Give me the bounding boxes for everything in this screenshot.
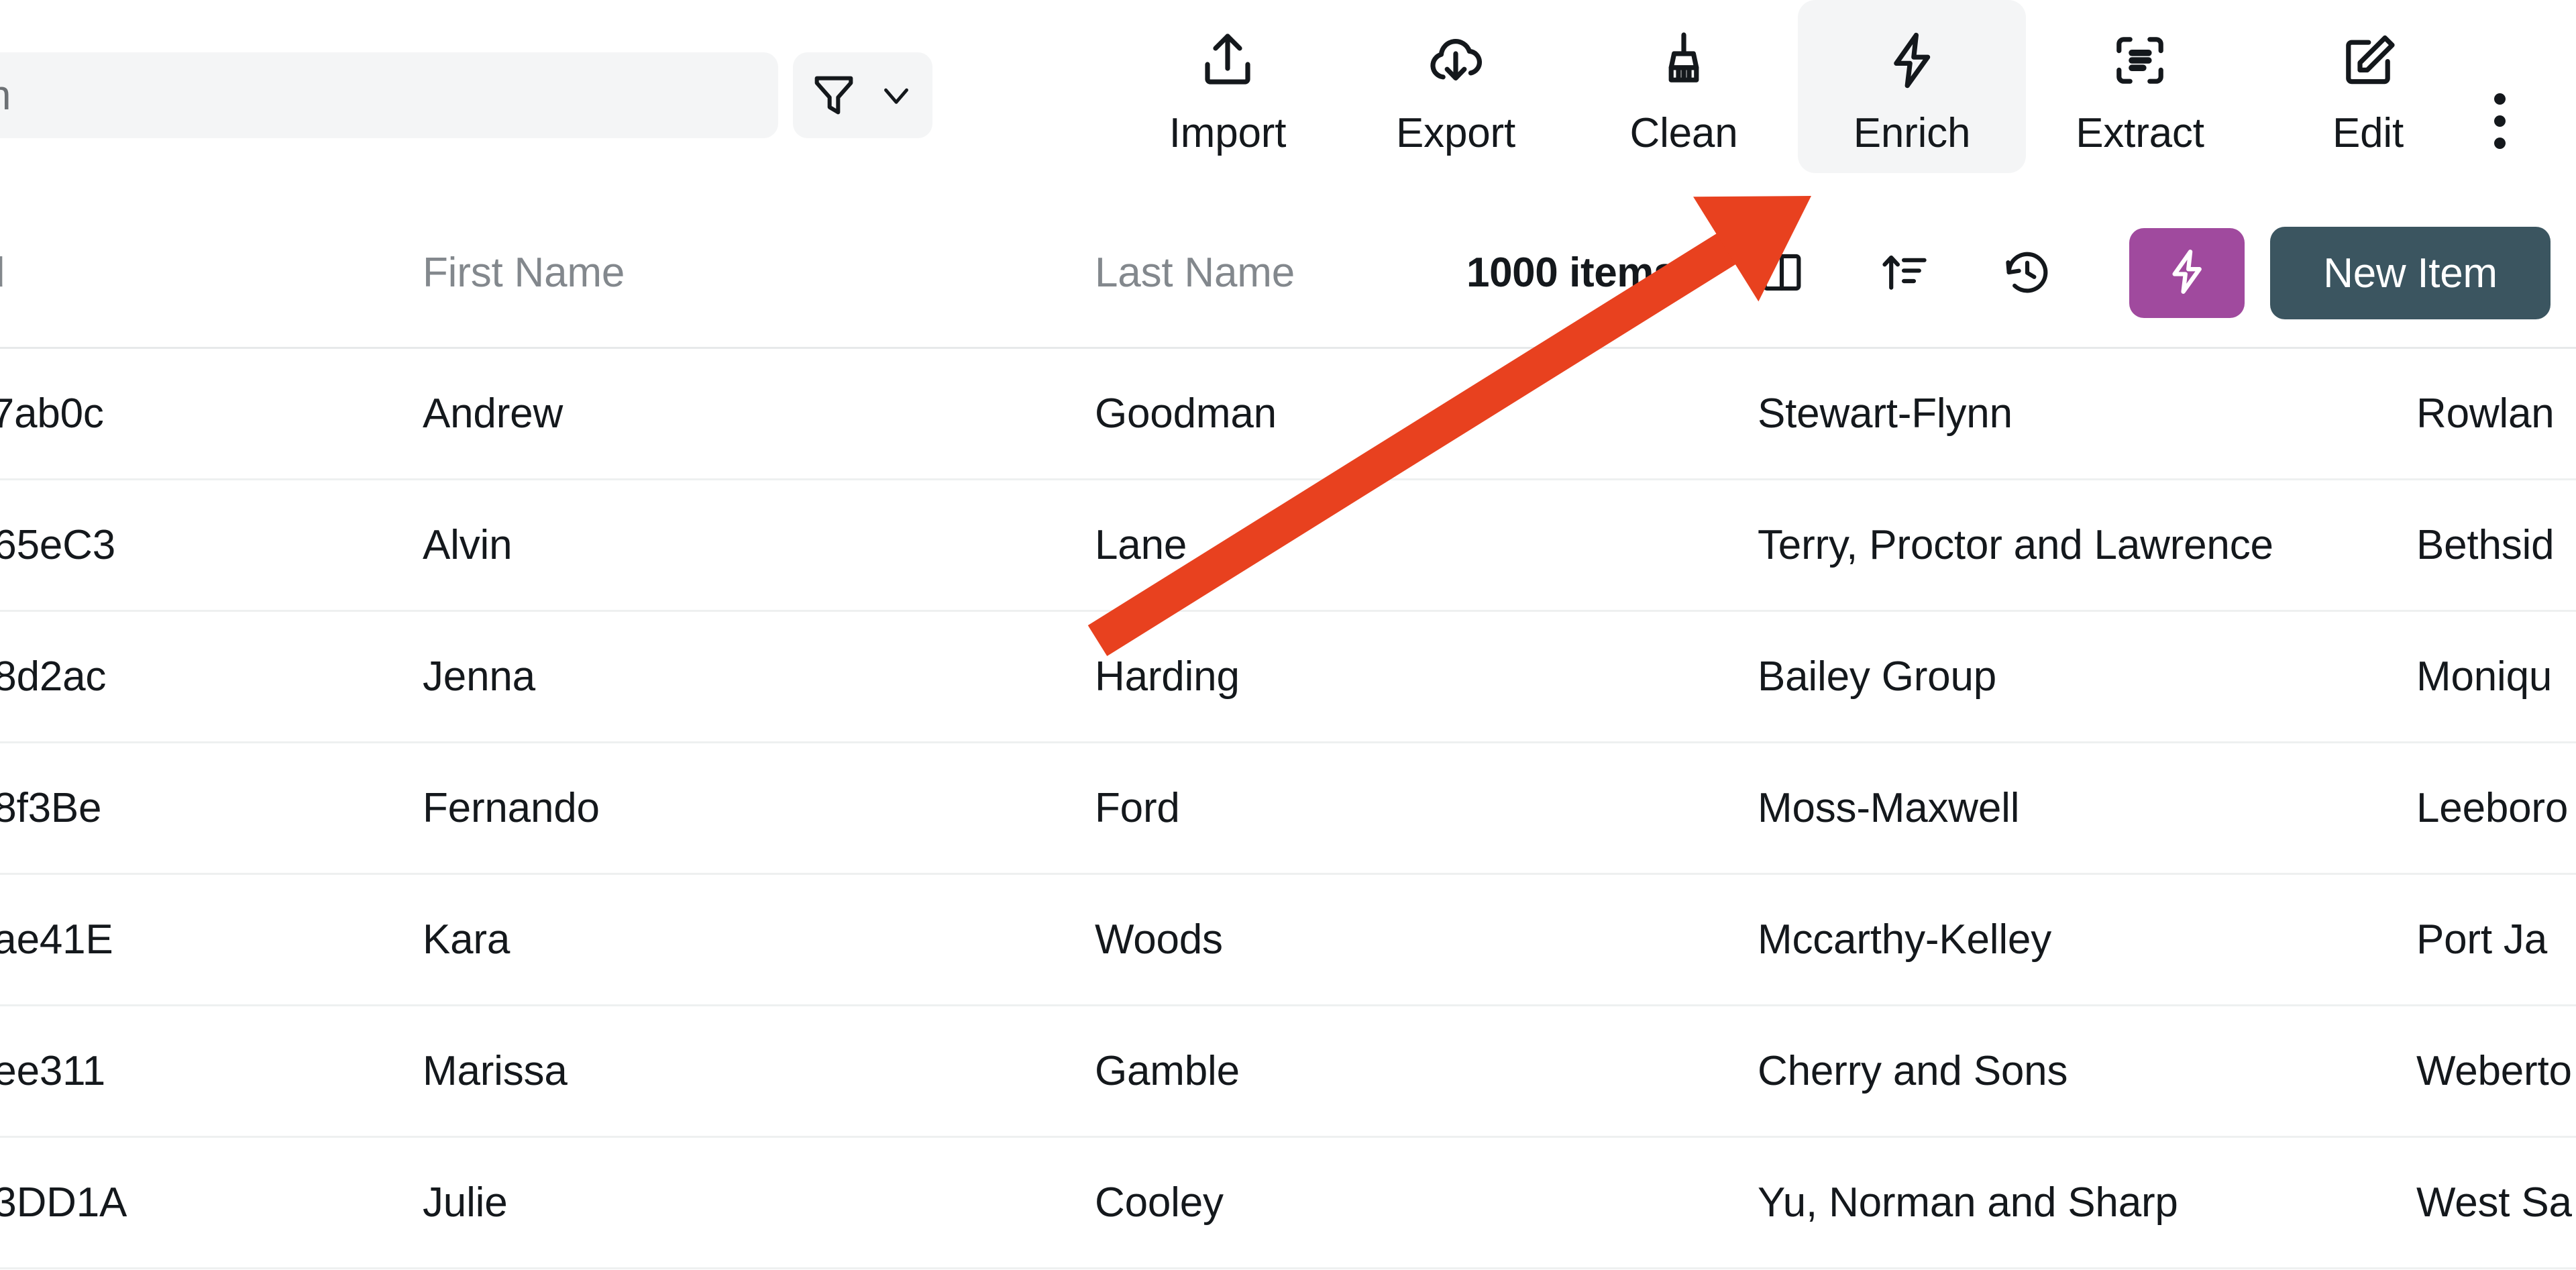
cell-last-name: Harding	[1095, 653, 1240, 700]
chevron-down-icon	[875, 74, 917, 116]
top-toolbar: Import Export	[0, 0, 2576, 199]
table-row[interactable]: b65eC3 Alvin Lane Terry, Proctor and Law…	[0, 480, 2576, 612]
cell-company: Stewart-Flynn	[1758, 390, 2012, 437]
cell-city: Port Ja	[2416, 916, 2548, 963]
table-row[interactable]: 2ae41E Kara Woods Mccarthy-Kelley Port J…	[0, 875, 2576, 1006]
new-item-button[interactable]: New Item	[2270, 227, 2551, 319]
cell-company: Cherry and Sons	[1758, 1048, 2068, 1094]
clock-rewind-icon[interactable]	[1987, 232, 2068, 313]
cell-id: c7ab0c	[0, 390, 104, 437]
cell-id: 2ae41E	[0, 916, 113, 963]
item-count-label: 1000 items	[1466, 250, 1677, 296]
sort-ascending-icon[interactable]	[1865, 232, 1945, 313]
cell-first-name: Jenna	[423, 653, 535, 700]
cell-city: Moniqu	[2416, 653, 2553, 700]
lightning-icon	[2161, 246, 2212, 301]
lightning-icon	[1880, 25, 1944, 95]
new-item-label: New Item	[2323, 250, 2498, 297]
column-header-id[interactable]: Id	[0, 199, 5, 347]
cell-first-name: Alvin	[423, 522, 513, 568]
cell-company: Moss-Maxwell	[1758, 785, 2020, 831]
table-row[interactable]: 43DD1A Julie Cooley Yu, Norman and Sharp…	[0, 1138, 2576, 1269]
toolbar-button-edit[interactable]: Edit	[2254, 0, 2482, 173]
toolbar-button-clean[interactable]: Clean	[1570, 0, 1798, 173]
cloud-download-icon	[1424, 25, 1488, 95]
cell-company: Mccarthy-Kelley	[1758, 916, 2051, 963]
column-header-first-name[interactable]: First Name	[423, 199, 625, 347]
table-header: Id First Name Last Name 1000 items	[0, 199, 2576, 349]
search-input[interactable]	[0, 52, 778, 138]
table-row[interactable]: 68f3Be Fernando Ford Moss-Maxwell Leebor…	[0, 743, 2576, 875]
cell-id: 88d2ac	[0, 653, 107, 700]
toolbar-actions: Import Export Clean Enrich Extract Edit	[1114, 0, 2482, 199]
toolbar-label-export: Export	[1396, 110, 1515, 156]
cell-last-name: Woods	[1095, 916, 1223, 963]
scan-text-icon	[2108, 25, 2172, 95]
cell-city: Weberto	[2416, 1048, 2572, 1094]
cell-last-name: Gamble	[1095, 1048, 1240, 1094]
toolbar-button-extract[interactable]: Extract	[2026, 0, 2254, 173]
kebab-dot-2	[2493, 115, 2506, 127]
cell-city: Rowlan	[2416, 390, 2555, 437]
cell-company: Terry, Proctor and Lawrence	[1758, 522, 2273, 568]
toolbar-button-enrich[interactable]: Enrich	[1798, 0, 2026, 173]
cell-last-name: Cooley	[1095, 1179, 1224, 1226]
cell-company: Bailey Group	[1758, 653, 1997, 700]
cell-first-name: Andrew	[423, 390, 564, 437]
cell-id: 9ee311	[0, 1048, 106, 1094]
toolbar-label-edit: Edit	[2332, 110, 2404, 156]
cell-last-name: Ford	[1095, 785, 1180, 831]
toolbar-button-export[interactable]: Export	[1342, 0, 1570, 173]
toolbar-label-enrich: Enrich	[1853, 110, 1971, 156]
enrich-flash-button[interactable]	[2129, 228, 2245, 318]
app-root: Import Export	[0, 0, 2576, 1270]
cell-city: Bethsid	[2416, 522, 2555, 568]
cell-last-name: Goodman	[1095, 390, 1277, 437]
cell-first-name: Marissa	[423, 1048, 568, 1094]
cell-city: Leeboro	[2416, 785, 2569, 831]
cell-first-name: Kara	[423, 916, 511, 963]
table-row[interactable]: 9ee311 Marissa Gamble Cherry and Sons We…	[0, 1006, 2576, 1138]
cell-city: West Sa	[2416, 1179, 2572, 1226]
toolbar-label-extract: Extract	[2076, 110, 2204, 156]
kebab-dot-3	[2493, 137, 2506, 149]
cell-id: b65eC3	[0, 522, 115, 568]
toolbar-button-import[interactable]: Import	[1114, 0, 1342, 173]
cell-company: Yu, Norman and Sharp	[1758, 1179, 2178, 1226]
column-header-last-name[interactable]: Last Name	[1095, 199, 1295, 347]
funnel-icon	[808, 70, 859, 121]
filter-button[interactable]	[793, 52, 932, 138]
cell-last-name: Lane	[1095, 522, 1187, 568]
table-body: c7ab0c Andrew Goodman Stewart-Flynn Rowl…	[0, 349, 2576, 1270]
toolbar-label-clean: Clean	[1629, 110, 1738, 156]
kebab-dot-1	[2493, 93, 2506, 105]
table-row[interactable]: c7ab0c Andrew Goodman Stewart-Flynn Rowl…	[0, 349, 2576, 480]
pencil-square-icon	[2336, 25, 2400, 95]
split-panel-icon[interactable]	[1741, 232, 1822, 313]
cell-first-name: Fernando	[423, 785, 600, 831]
cell-first-name: Julie	[423, 1179, 508, 1226]
upload-icon	[1195, 25, 1260, 95]
kebab-menu-icon[interactable]	[2473, 81, 2526, 161]
broom-icon	[1652, 25, 1716, 95]
toolbar-label-import: Import	[1169, 110, 1287, 156]
table-row[interactable]: 88d2ac Jenna Harding Bailey Group Moniqu	[0, 612, 2576, 743]
cell-id: 43DD1A	[0, 1179, 127, 1226]
cell-id: 68f3Be	[0, 785, 102, 831]
